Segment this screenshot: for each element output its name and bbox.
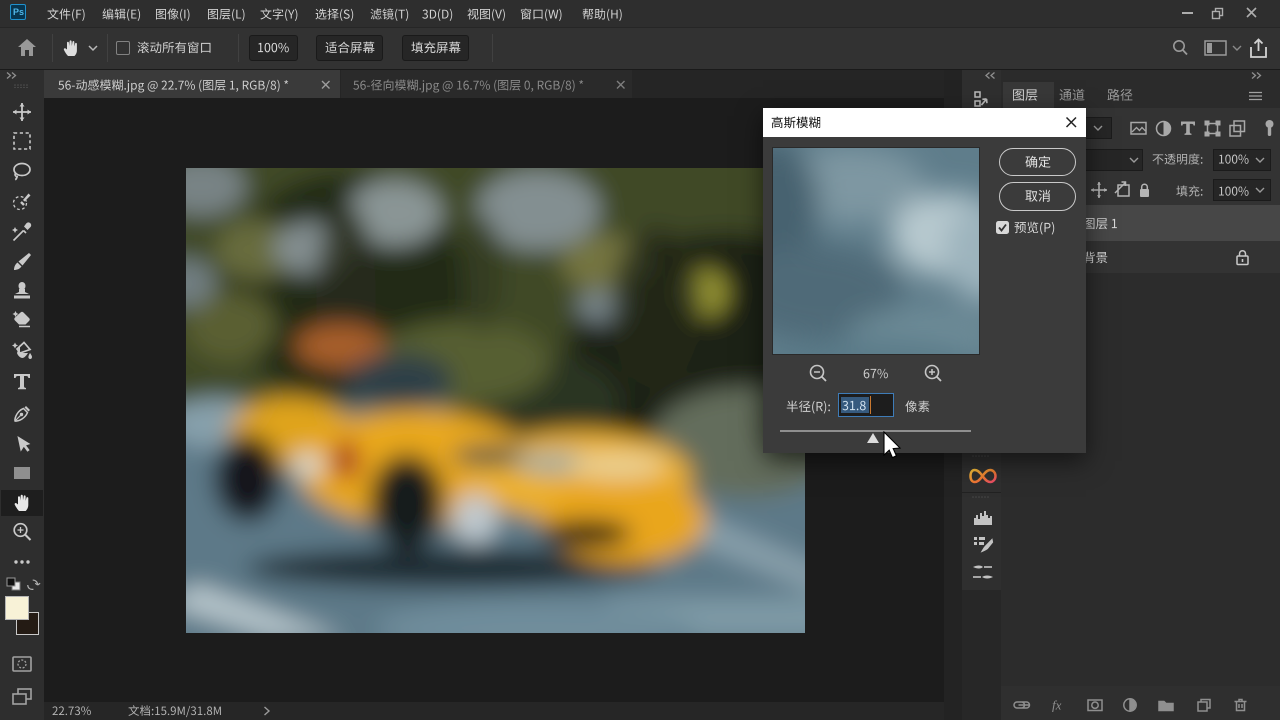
svg-text:fx: fx: [1052, 698, 1062, 713]
